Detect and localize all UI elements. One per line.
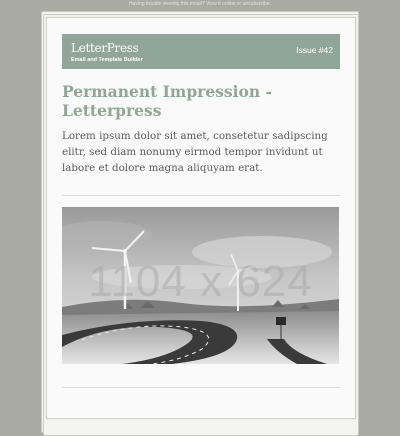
brand-tagline: Email and Template Builder — [71, 57, 143, 63]
email-container: LetterPress Email and Template Builder I… — [46, 17, 356, 419]
hero-image[interactable]: 1104 x 624 — [62, 207, 339, 364]
header-banner: LetterPress Email and Template Builder I… — [62, 34, 340, 69]
article-headline[interactable]: Permanent Impression - Letterpress — [62, 82, 322, 120]
preheader-text[interactable]: Having trouble viewing this email? View … — [0, 0, 400, 8]
divider — [62, 387, 340, 388]
issue-number: Issue #42 — [296, 45, 333, 55]
divider — [62, 195, 340, 196]
brand-logo[interactable]: LetterPress — [71, 41, 139, 55]
image-size-placeholder: 1104 x 624 — [88, 257, 313, 306]
article-lead-text: Lorem ipsum dolor sit amet, consetetur s… — [62, 130, 328, 174]
